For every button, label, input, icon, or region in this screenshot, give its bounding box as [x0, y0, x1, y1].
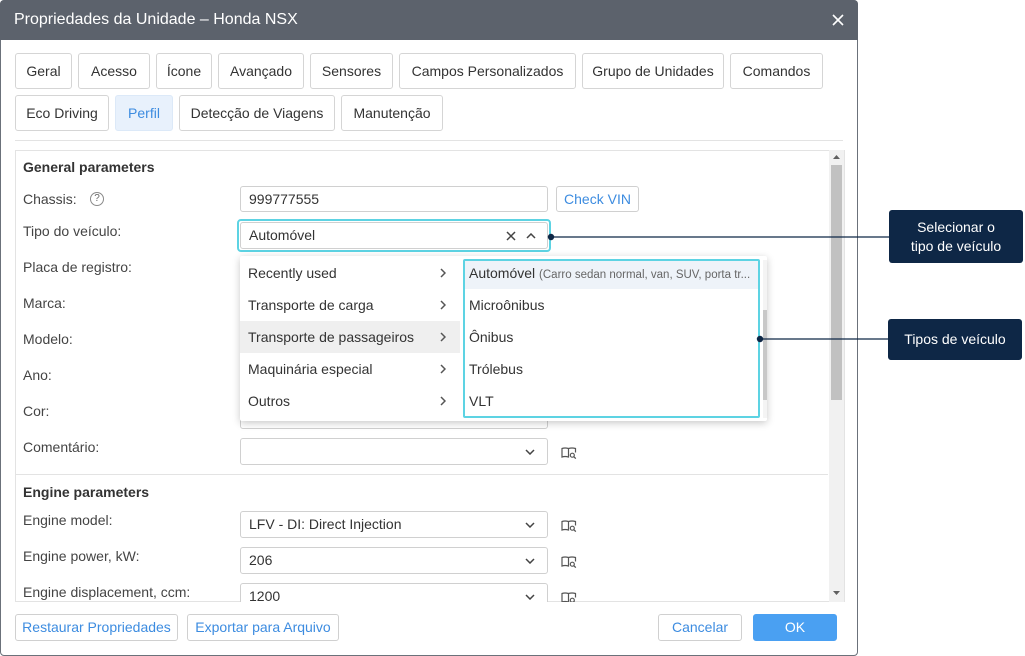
engine-power-label: Engine power, kW:: [23, 548, 140, 564]
year-label: Ano:: [23, 367, 52, 383]
tab-acesso[interactable]: Acesso: [78, 53, 150, 89]
chevron-down-icon[interactable]: [525, 522, 535, 528]
tab-grupo-de-unidades[interactable]: Grupo de Unidades: [582, 53, 724, 89]
tab-manutencao[interactable]: Manutenção: [341, 95, 443, 131]
category-label: Recently used: [248, 265, 337, 281]
callout-select-vehicle-type: Selecionar o tipo de veículo: [889, 210, 1023, 263]
vehicle-type-select[interactable]: Automóvel: [240, 222, 548, 249]
callout-text: Tipos de veículo: [904, 331, 1006, 347]
chassis-label: Chassis:: [23, 191, 77, 207]
chevron-right-icon: [440, 268, 446, 278]
chevron-right-icon: [440, 396, 446, 406]
title-bar: Propriedades da Unidade – Honda NSX: [0, 0, 858, 40]
chevron-down-icon[interactable]: [525, 449, 535, 455]
vehicle-type-label: Tipo do veículo:: [23, 223, 122, 239]
book-search-icon[interactable]: [561, 446, 577, 459]
category-maquinaria-especial[interactable]: Maquinária especial: [240, 353, 460, 385]
engine-power-value: 206: [249, 552, 273, 568]
unit-properties-dialog: Propriedades da Unidade – Honda NSX Gera…: [0, 0, 858, 656]
chevron-right-icon: [440, 332, 446, 342]
chevron-right-icon: [440, 300, 446, 310]
chevron-down-icon[interactable]: [525, 558, 535, 564]
help-circle-icon[interactable]: ?: [90, 192, 104, 206]
model-label: Modelo:: [23, 331, 73, 347]
category-label: Transporte de carga: [248, 297, 374, 313]
engine-displacement-label: Engine displacement, ccm:: [23, 584, 191, 600]
vehicle-type-value: Automóvel: [249, 227, 316, 243]
close-icon[interactable]: [832, 14, 844, 26]
brand-label: Marca:: [23, 295, 66, 311]
vehicle-type-list: Automóvel (Carro sedan normal, van, SUV,…: [463, 259, 760, 418]
book-search-icon[interactable]: [561, 519, 577, 532]
vehicle-type-name: Automóvel: [469, 265, 536, 281]
tab-deteccao-de-viagens[interactable]: Detecção de Viagens: [179, 95, 335, 131]
category-transporte-de-carga[interactable]: Transporte de carga: [240, 289, 460, 321]
tab-icone[interactable]: Ícone: [156, 53, 212, 89]
engine-model-label: Engine model:: [23, 512, 113, 528]
vehicle-type-option-vlt[interactable]: VLT: [465, 385, 758, 416]
category-label: Outros: [248, 393, 291, 409]
book-search-icon[interactable]: [561, 555, 577, 568]
engine-model-value: LFV - DI: Direct Injection: [249, 516, 402, 532]
tab-comandos[interactable]: Comandos: [730, 53, 823, 89]
vehicle-type-option-automovel[interactable]: Automóvel (Carro sedan normal, van, SUV,…: [465, 261, 758, 289]
restore-properties-button[interactable]: Restaurar Propriedades: [15, 614, 178, 641]
comment-select[interactable]: [240, 438, 548, 465]
cancel-button[interactable]: Cancelar: [658, 614, 742, 641]
check-vin-button[interactable]: Check VIN: [556, 186, 639, 212]
vehicle-type-option-microonibus[interactable]: Microônibus: [465, 289, 758, 321]
general-parameters-title: General parameters: [23, 159, 155, 175]
panel-scrollbar[interactable]: [829, 150, 844, 602]
tabs-divider: [15, 140, 843, 141]
vehicle-type-option-onibus[interactable]: Ônibus: [465, 321, 758, 353]
chassis-input[interactable]: 999777555: [240, 186, 548, 212]
engine-power-select[interactable]: 206: [240, 547, 548, 574]
scroll-down-icon[interactable]: [833, 591, 840, 595]
comment-label: Comentário:: [23, 439, 100, 455]
tab-avancado[interactable]: Avançado: [218, 53, 304, 89]
engine-displacement-select[interactable]: 1200: [240, 583, 548, 602]
tab-campos-personalizados[interactable]: Campos Personalizados: [399, 53, 576, 89]
ok-button[interactable]: OK: [753, 614, 837, 641]
section-divider: [15, 474, 828, 475]
book-search-icon[interactable]: [561, 591, 577, 602]
dialog-title: Propriedades da Unidade – Honda NSX: [14, 11, 298, 28]
registration-plate-label: Placa de registro:: [23, 259, 132, 275]
vehicle-type-description: (Carro sedan normal, van, SUV, porta tr.…: [539, 269, 751, 281]
tab-geral[interactable]: Geral: [15, 53, 72, 89]
scroll-up-icon[interactable]: [833, 155, 840, 159]
engine-model-select[interactable]: LFV - DI: Direct Injection: [240, 511, 548, 538]
category-recently-used[interactable]: Recently used: [240, 257, 460, 289]
tab-perfil[interactable]: Perfil: [115, 95, 173, 131]
category-transporte-de-passageiros[interactable]: Transporte de passageiros: [240, 321, 460, 353]
engine-displacement-value: 1200: [249, 588, 281, 602]
dropdown-scrollbar-thumb[interactable]: [763, 310, 767, 400]
export-to-file-button[interactable]: Exportar para Arquivo: [187, 614, 339, 641]
tab-eco-driving[interactable]: Eco Driving: [15, 95, 109, 131]
tab-sensores[interactable]: Sensores: [310, 53, 393, 89]
engine-parameters-title: Engine parameters: [23, 484, 150, 500]
callout-vehicle-types: Tipos de veículo: [888, 319, 1022, 360]
callout-line: tipo de veículo: [910, 237, 1002, 254]
color-label: Cor:: [23, 403, 50, 419]
clear-icon[interactable]: [506, 231, 516, 241]
category-label: Maquinária especial: [248, 361, 373, 377]
category-label: Transporte de passageiros: [248, 329, 415, 345]
chevron-down-icon[interactable]: [525, 594, 535, 600]
chevron-right-icon: [440, 364, 446, 374]
category-outros[interactable]: Outros: [240, 385, 460, 417]
vehicle-type-dropdown: Recently used Transporte de carga Transp…: [240, 256, 767, 421]
panel-scrollbar-thumb[interactable]: [831, 165, 842, 400]
vehicle-type-option-trolebus[interactable]: Trólebus: [465, 353, 758, 385]
chevron-up-icon[interactable]: [526, 233, 536, 239]
callout-line: Selecionar o: [917, 218, 995, 235]
dropdown-scrollbar[interactable]: [763, 260, 767, 418]
